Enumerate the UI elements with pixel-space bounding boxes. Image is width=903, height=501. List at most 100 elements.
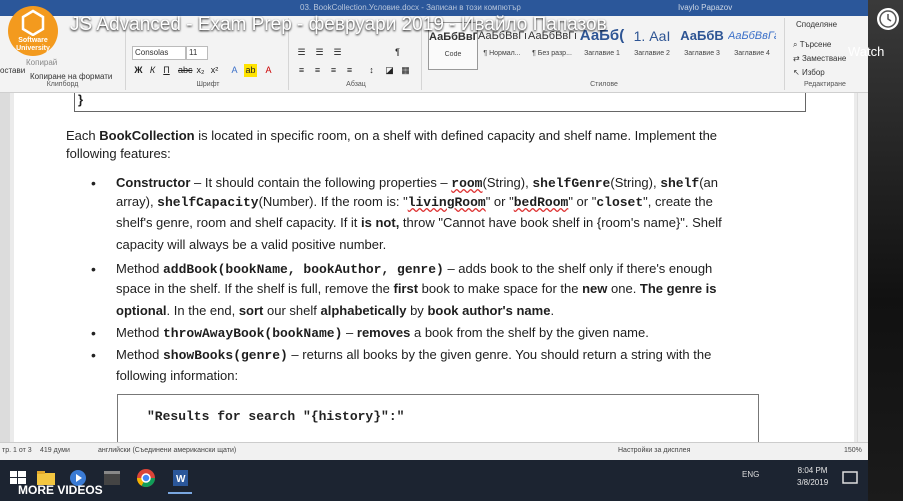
windows-taskbar: W ENG 8:04 PM 3/8/2019 (0, 460, 868, 501)
style-name: Заглавие 2 (634, 50, 670, 57)
underline-button[interactable]: П (160, 64, 173, 77)
format-painter-button[interactable]: Копиране на формати (30, 72, 112, 81)
addbook-line-1: Method addBook(bookName, bookAuthor, gen… (116, 261, 713, 277)
style-name: Заглавие 4 (734, 50, 770, 57)
terminal-icon[interactable] (100, 466, 124, 490)
document-title: 03. BookCollection.Условие.docx - Записа… (300, 3, 521, 12)
previous-code-box (74, 93, 806, 112)
share-button[interactable]: Споделяне (796, 20, 837, 29)
style-heading-2[interactable]: 1. АаІ Заглавие 2 (628, 22, 676, 68)
softuni-logo[interactable]: Software University (8, 6, 58, 56)
document-area[interactable]: } Each BookCollection is located in spec… (0, 93, 869, 442)
intro-line-2: following features: (66, 146, 171, 161)
logo-text-2: University (16, 45, 50, 52)
video-frame[interactable]: 03. BookCollection.Условие.docx - Записа… (0, 0, 903, 501)
find-button[interactable]: ⌕ Търсене (793, 40, 831, 50)
language-indicator[interactable]: английски (Съединени американски щати) (98, 447, 236, 454)
addbook-line-2: space in the shelf. If the shelf is full… (116, 281, 717, 296)
font-name-select[interactable]: Consolas (132, 46, 186, 60)
replace-icon: ⇄ (793, 54, 802, 63)
subscript-button[interactable]: x₂ (194, 64, 207, 77)
find-label: Търсене (799, 40, 832, 49)
display-settings[interactable]: Настройки за дисплея (618, 447, 690, 454)
style-name: Code (444, 51, 462, 58)
closing-brace: } (78, 93, 84, 107)
font-size-select[interactable]: 11 (186, 46, 208, 60)
borders-icon[interactable]: ▦ (399, 64, 412, 77)
style-heading-3[interactable]: АаБбВ Заглавие 3 (678, 22, 726, 68)
font-label: Шрифт (196, 81, 220, 88)
justify-icon[interactable]: ≡ (343, 64, 356, 77)
chrome-icon[interactable] (134, 466, 158, 490)
bullet: • (91, 175, 96, 191)
notifications-icon[interactable] (838, 466, 862, 490)
highlight-icon[interactable]: ab (244, 64, 257, 77)
video-side-strip (868, 0, 903, 501)
select-button[interactable]: ↖ Избор (793, 68, 825, 77)
cursor-icon: ↖ (793, 68, 802, 77)
addbook-line-3: optional. In the end, sort our shelf alp… (116, 303, 555, 318)
constructor-line-1: Constructor – It should contain the foll… (116, 175, 719, 191)
italic-button[interactable]: К (146, 64, 159, 77)
intro-line-1: Each BookCollection is located in specif… (66, 128, 718, 143)
word-taskbar-icon[interactable]: W (168, 466, 192, 494)
showbooks-line-1: Method showBooks(genre) – returns all bo… (116, 347, 712, 363)
bold-button[interactable]: Ж (132, 64, 145, 77)
search-icon: ⌕ (793, 40, 800, 49)
more-videos-button[interactable]: MORE VIDEOS (18, 483, 103, 497)
zoom-level[interactable]: 150% (844, 447, 862, 454)
text-effects-icon[interactable]: A (228, 64, 241, 77)
video-title[interactable]: JS Advanced - Exam Prep - февруари 2019 … (70, 14, 607, 36)
multilevel-icon[interactable]: ☰ (331, 46, 344, 59)
align-left-icon[interactable]: ≡ (295, 64, 308, 77)
style-name: ¶ Нормал... (483, 50, 521, 57)
style-preview: АаБбВвГг (728, 30, 776, 42)
clock-date: 3/8/2019 (797, 478, 829, 487)
constructor-line-2: array), shelfCapacity(Number). If the ro… (116, 194, 713, 210)
align-center-icon[interactable]: ≡ (311, 64, 324, 77)
logo-text-1: Software (18, 37, 48, 44)
show-marks-icon[interactable]: ¶ (391, 46, 404, 59)
word-count[interactable]: 419 думи (40, 447, 70, 454)
svg-text:W: W (176, 474, 186, 485)
shading-icon[interactable]: ◪ (383, 64, 396, 77)
style-preview: 1. АаІ (633, 28, 671, 44)
keyboard-language[interactable]: ENG (742, 470, 759, 479)
style-name: Заглавие 3 (684, 50, 720, 57)
copy-button[interactable]: Копирай (26, 58, 57, 67)
select-label: Избор (801, 68, 825, 77)
numbering-icon[interactable]: ☰ (313, 46, 326, 59)
style-name: ¶ Без разр... (532, 50, 572, 57)
editing-label: Редактиране (804, 81, 846, 88)
constructor-line-4: capacity will always be a valid positive… (116, 237, 387, 252)
bullet: • (91, 347, 96, 363)
replace-label: Заместване (801, 54, 847, 63)
taskbar-clock[interactable]: 8:04 PM 3/8/2019 (797, 465, 828, 489)
style-preview: АаБбВ (680, 28, 724, 43)
bullets-icon[interactable]: ☰ (295, 46, 308, 59)
strikethrough-button[interactable]: abc (178, 64, 193, 77)
styles-label: Стилове (590, 81, 618, 88)
throwaway-line: Method throwAwayBook(bookName) – removes… (116, 325, 649, 341)
line-spacing-icon[interactable]: ↕ (365, 64, 378, 77)
style-heading-4[interactable]: АаБбВвГг Заглавие 4 (728, 22, 776, 68)
constructor-line-3: shelf's genre, room and shelf capacity. … (116, 215, 722, 230)
clock-time: 8:04 PM (797, 466, 828, 475)
align-right-icon[interactable]: ≡ (327, 64, 340, 77)
watch-later-icon[interactable] (877, 8, 899, 30)
page-count[interactable]: тр. 1 от 3 (2, 447, 32, 454)
superscript-button[interactable]: x² (208, 64, 221, 77)
style-name: Заглавие 1 (584, 50, 620, 57)
paragraph-label: Абзац (346, 81, 366, 88)
replace-button[interactable]: ⇄ Заместване (793, 54, 846, 63)
watch-later-button[interactable]: Watch (848, 44, 884, 59)
clipboard-label: Клипборд (46, 81, 79, 88)
bullet: • (91, 261, 96, 277)
vertical-ruler (0, 93, 10, 442)
user-name[interactable]: Ivaylo Papazov (678, 3, 732, 12)
status-bar: тр. 1 от 3 419 думи английски (Съединени… (0, 442, 868, 461)
paste-button[interactable]: остави (0, 66, 25, 75)
bullet: • (91, 325, 96, 341)
font-color-icon[interactable]: A (262, 64, 275, 77)
document-page[interactable]: } Each BookCollection is located in spec… (14, 93, 854, 442)
